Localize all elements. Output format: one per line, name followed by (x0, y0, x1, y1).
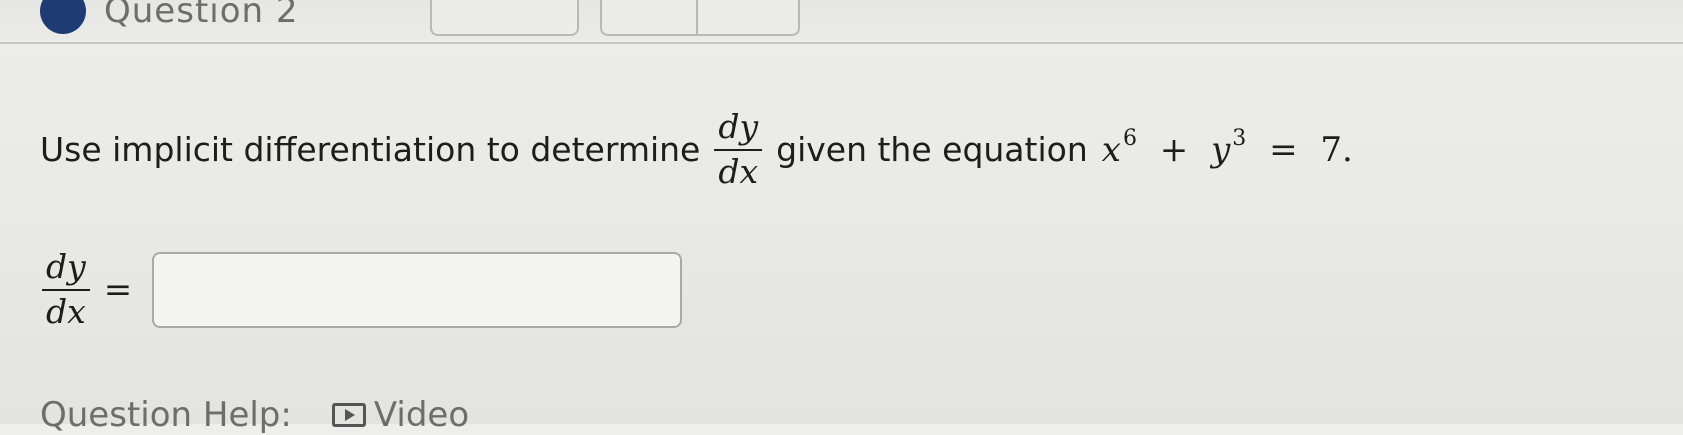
header-divider (0, 42, 1683, 44)
problem-text-before: Use implicit differentiation to determin… (40, 130, 701, 170)
status-dot-icon (40, 0, 86, 34)
video-icon (331, 403, 366, 427)
equation-term2-base: y (1211, 129, 1231, 170)
answer-row: dy dx = (42, 247, 683, 331)
equation-term1-base: x (1101, 129, 1121, 170)
given-equation: x6 + y3 = 7. (1101, 127, 1353, 170)
video-link-label: Video (373, 395, 470, 435)
equation-plus: + (1159, 129, 1189, 170)
fraction-denominator: dx (718, 151, 759, 191)
equation-equals: = (1269, 129, 1298, 170)
question-help-label: Question Help: (40, 395, 292, 435)
fraction-numerator: dy (718, 107, 759, 146)
question-header: Question 2 (0, 0, 299, 34)
equation-term1-exponent: 6 (1122, 125, 1137, 151)
answer-input[interactable] (152, 251, 683, 328)
problem-text-after: given the equation (776, 130, 1088, 170)
answer-equals: = (103, 269, 133, 310)
answer-lhs-fraction: dy dx (42, 247, 90, 331)
nav-tab-2[interactable] (600, 0, 800, 36)
derivative-fraction: dy dx (714, 107, 763, 191)
answer-fraction-numerator: dy (46, 247, 86, 286)
problem-statement: Use implicit differentiation to determin… (40, 107, 1353, 191)
nav-tab-1[interactable] (430, 0, 579, 36)
question-help: Question Help: Video (40, 395, 469, 435)
video-help-link[interactable]: Video (331, 395, 470, 435)
equation-rhs: 7. (1320, 129, 1353, 170)
question-title: Question 2 (104, 0, 299, 31)
equation-term2-exponent: 3 (1232, 125, 1247, 151)
answer-fraction-denominator: dx (46, 291, 86, 331)
nav-tab-divider (696, 0, 698, 34)
